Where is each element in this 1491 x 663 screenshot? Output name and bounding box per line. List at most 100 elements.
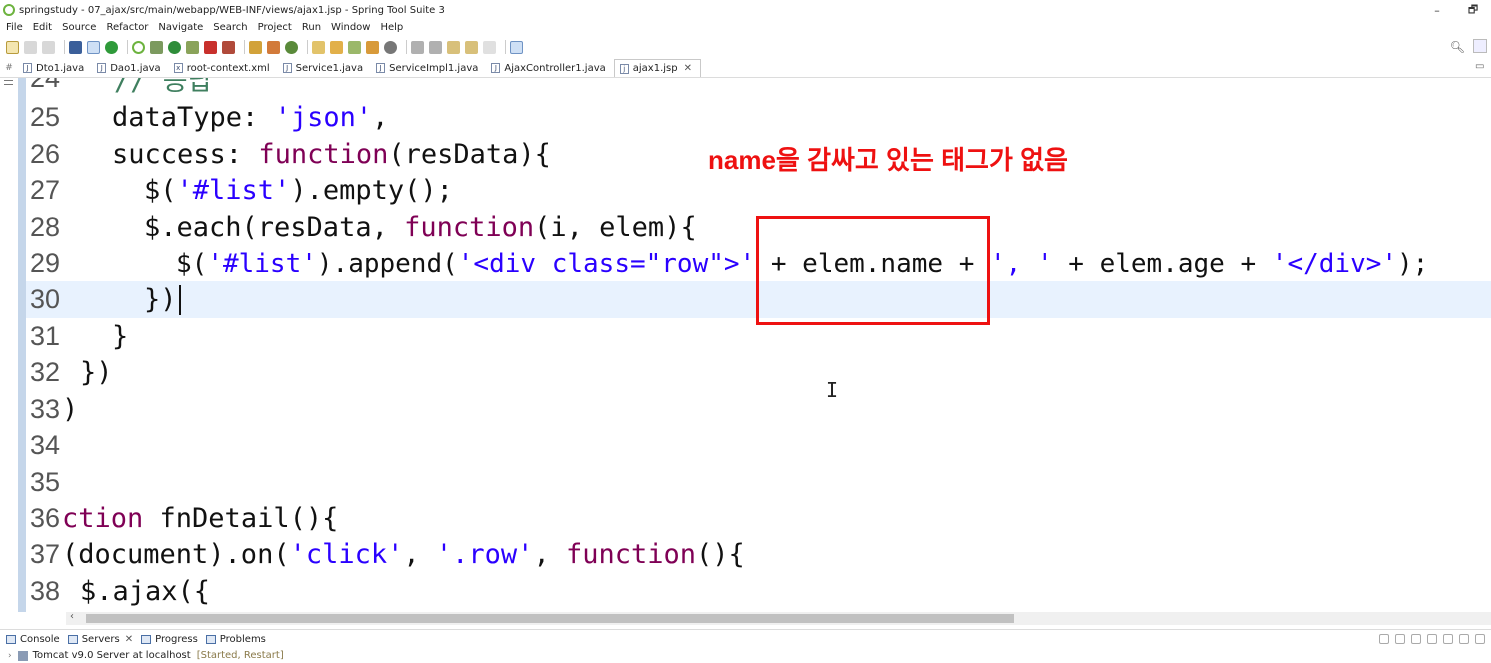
terminal-icon[interactable] bbox=[69, 40, 82, 54]
save-all-icon[interactable] bbox=[42, 40, 55, 54]
new-server-icon[interactable] bbox=[285, 40, 298, 54]
search-tool-icon[interactable] bbox=[384, 40, 397, 54]
java-file-icon: J bbox=[23, 63, 32, 73]
code-text: success: function(resData){ bbox=[112, 139, 551, 170]
coverage-icon[interactable] bbox=[186, 40, 199, 54]
code-text-plain: $.each(resData, bbox=[144, 212, 405, 243]
open-resource-icon[interactable] bbox=[366, 40, 379, 54]
external-tools-icon[interactable] bbox=[222, 40, 235, 54]
bottom-panel-tabs: Console Servers ✕ Progress Problems bbox=[0, 630, 1491, 648]
new-class-icon[interactable] bbox=[267, 40, 280, 54]
code-text-plain: ); bbox=[1397, 248, 1429, 279]
stop-icon[interactable] bbox=[204, 40, 217, 54]
server-list-item[interactable]: › Tomcat v9.0 Server at localhost [Start… bbox=[0, 648, 1491, 663]
menu-project[interactable]: Project bbox=[258, 22, 292, 33]
open-folder-icon[interactable] bbox=[330, 40, 343, 54]
expand-chevron-icon[interactable]: › bbox=[8, 651, 12, 661]
tab-service1-java[interactable]: J Service1.java bbox=[278, 59, 371, 77]
code-text-plain: ).empty(); bbox=[290, 175, 453, 206]
menu-navigate[interactable]: Navigate bbox=[158, 22, 203, 33]
next-annotation-icon[interactable] bbox=[411, 40, 424, 54]
new-icon[interactable] bbox=[6, 40, 19, 54]
back-icon[interactable] bbox=[465, 40, 478, 54]
pin-editor-icon[interactable] bbox=[510, 40, 523, 54]
view-menu-icon[interactable] bbox=[1475, 634, 1485, 644]
code-text: ) bbox=[62, 394, 79, 425]
menu-refactor[interactable]: Refactor bbox=[106, 22, 148, 33]
spring-icon[interactable] bbox=[132, 40, 145, 54]
prev-annotation-icon[interactable] bbox=[429, 40, 442, 54]
menu-file[interactable]: File bbox=[6, 22, 23, 33]
window-controls: – 🗗 bbox=[1419, 0, 1491, 20]
open-type-icon[interactable] bbox=[312, 40, 325, 54]
forward-icon[interactable] bbox=[483, 40, 496, 54]
tab-serviceimpl1-java[interactable]: J ServiceImpl1.java bbox=[371, 59, 486, 77]
line-number: 33 bbox=[30, 394, 61, 424]
boot-dashboard-icon[interactable] bbox=[105, 40, 118, 54]
console-icon bbox=[6, 634, 16, 644]
toolbar-separator bbox=[505, 40, 506, 54]
last-edit-icon[interactable] bbox=[447, 40, 460, 54]
horizontal-scrollbar[interactable]: ‹ bbox=[66, 611, 1491, 625]
save-icon[interactable] bbox=[24, 40, 37, 54]
code-line: 37 (document).on('click', '.row', functi… bbox=[26, 536, 1491, 573]
code-text: }) bbox=[80, 357, 113, 388]
menu-window[interactable]: Window bbox=[331, 22, 370, 33]
new-package-icon[interactable] bbox=[249, 40, 262, 54]
server-state: [Started, Restart] bbox=[196, 650, 284, 661]
tab-dao1-java[interactable]: J Dao1.java bbox=[92, 59, 168, 77]
code-text: (document).on('click', '.row', function(… bbox=[62, 539, 745, 570]
run-icon[interactable] bbox=[168, 40, 181, 54]
tab-console[interactable]: Console bbox=[6, 634, 60, 645]
profile-server-icon[interactable] bbox=[1427, 634, 1437, 644]
code-string: 'click' bbox=[289, 539, 404, 570]
tab-label: ServiceImpl1.java bbox=[389, 62, 479, 74]
editor-menu-icon[interactable]: # bbox=[0, 59, 18, 77]
scrollbar-thumb[interactable] bbox=[86, 614, 1014, 623]
close-icon[interactable]: ✕ bbox=[684, 63, 692, 74]
start-server-icon[interactable] bbox=[1411, 634, 1421, 644]
tab-label: Dao1.java bbox=[110, 62, 161, 74]
scroll-left-icon[interactable]: ‹ bbox=[70, 611, 74, 622]
debug-server-icon[interactable] bbox=[1395, 634, 1405, 644]
tab-root-context-xml[interactable]: x root-context.xml bbox=[169, 59, 278, 77]
tab-servers[interactable]: Servers ✕ bbox=[67, 634, 133, 645]
menu-source[interactable]: Source bbox=[62, 22, 96, 33]
jsp-file-icon: j bbox=[619, 63, 629, 74]
publish-icon[interactable] bbox=[1459, 634, 1469, 644]
line-number: 35 bbox=[30, 467, 61, 497]
line-number: 28 bbox=[30, 212, 61, 242]
perspective-icon[interactable] bbox=[1473, 39, 1487, 53]
tab-ajaxcontroller1-java[interactable]: J AjaxController1.java bbox=[486, 59, 613, 77]
code-line: 32 }) bbox=[26, 354, 1491, 391]
task-icon[interactable] bbox=[348, 40, 361, 54]
close-icon[interactable]: ✕ bbox=[125, 634, 133, 645]
minimize-button[interactable]: – bbox=[1419, 0, 1455, 20]
menu-edit[interactable]: Edit bbox=[33, 22, 52, 33]
stop-server-icon[interactable] bbox=[1443, 634, 1453, 644]
menu-help[interactable]: Help bbox=[380, 22, 403, 33]
collapse-all-icon[interactable] bbox=[1379, 634, 1389, 644]
tab-dto1-java[interactable]: J Dto1.java bbox=[18, 59, 92, 77]
tab-progress[interactable]: Progress bbox=[141, 634, 198, 645]
code-line: 34 bbox=[26, 427, 1491, 464]
tab-label: Progress bbox=[155, 633, 198, 645]
debug-icon[interactable] bbox=[150, 40, 163, 54]
select-icon[interactable] bbox=[87, 40, 100, 54]
code-text-plain: + elem.age + bbox=[1052, 248, 1272, 279]
code-line: 36 ction fnDetail(){ bbox=[26, 500, 1491, 537]
tab-ajax1-jsp[interactable]: j ajax1.jsp ✕ bbox=[613, 59, 701, 77]
restore-button[interactable]: 🗗 bbox=[1455, 0, 1491, 20]
tab-problems[interactable]: Problems bbox=[205, 634, 266, 645]
tab-label: ajax1.jsp bbox=[632, 63, 678, 74]
code-line: 27 $('#list').empty(); bbox=[26, 172, 1491, 209]
code-string: 'json' bbox=[274, 102, 373, 133]
collapse-marker-icon[interactable] bbox=[4, 80, 13, 85]
maximize-icon[interactable]: ▭ bbox=[1475, 61, 1489, 75]
search-icon[interactable]: 🔍︎ bbox=[1450, 40, 1465, 54]
line-number: 27 bbox=[30, 175, 61, 205]
menu-run[interactable]: Run bbox=[302, 22, 321, 33]
code-editor[interactable]: 24 // 응답 25 dataType: 'json', 26 success… bbox=[0, 78, 1491, 612]
toolbar-separator bbox=[406, 40, 407, 54]
menu-search[interactable]: Search bbox=[213, 22, 247, 33]
